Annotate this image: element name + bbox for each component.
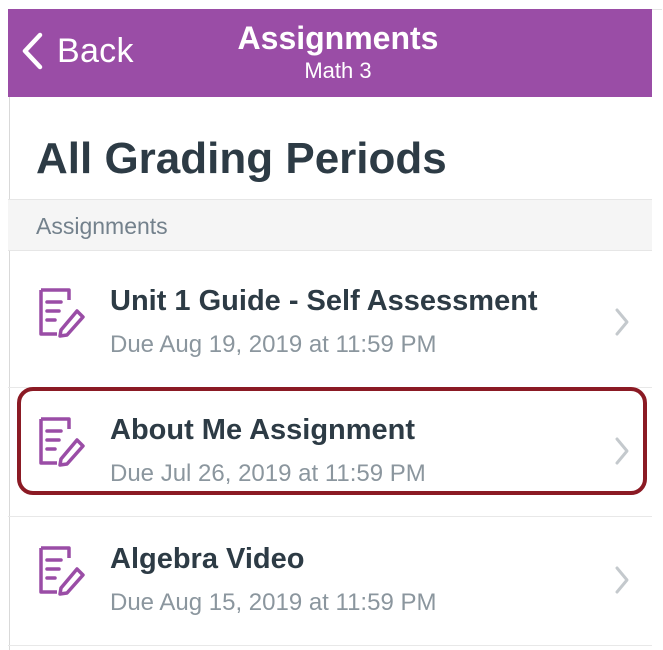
assignment-icon	[39, 288, 85, 338]
assignment-title: Unit 1 Guide - Self Assessment	[110, 285, 538, 317]
assignment-title: About Me Assignment	[110, 414, 416, 446]
back-button[interactable]: Back	[21, 23, 134, 79]
assignment-due-date: Due Jul 26, 2019 at 11:59 PM	[110, 460, 426, 487]
assignment-icon	[39, 417, 85, 467]
nav-title: Assignments	[237, 20, 439, 56]
assignment-title: Algebra Video	[110, 543, 305, 575]
navigation-bar: Back Assignments Math 3	[8, 9, 652, 97]
section-label: Assignments	[36, 213, 168, 239]
chevron-left-icon	[22, 32, 43, 70]
section-header: Assignments	[8, 199, 652, 251]
assignment-row[interactable]: About Me Assignment Due Jul 26, 2019 at …	[8, 388, 652, 517]
page-title: All Grading Periods	[36, 134, 447, 183]
assignment-icon	[39, 546, 85, 596]
assignment-row[interactable]: Unit 1 Guide - Self Assessment Due Aug 1…	[8, 259, 652, 388]
chevron-right-icon	[615, 437, 629, 465]
back-label: Back	[57, 31, 134, 70]
assignment-row[interactable]: Algebra Video Due Aug 15, 2019 at 11:59 …	[8, 517, 652, 646]
chevron-right-icon	[615, 308, 629, 336]
chevron-right-icon	[615, 566, 629, 594]
assignment-due-date: Due Aug 19, 2019 at 11:59 PM	[110, 331, 437, 358]
assignment-due-date: Due Aug 15, 2019 at 11:59 PM	[110, 589, 437, 616]
nav-subtitle: Math 3	[304, 58, 372, 83]
